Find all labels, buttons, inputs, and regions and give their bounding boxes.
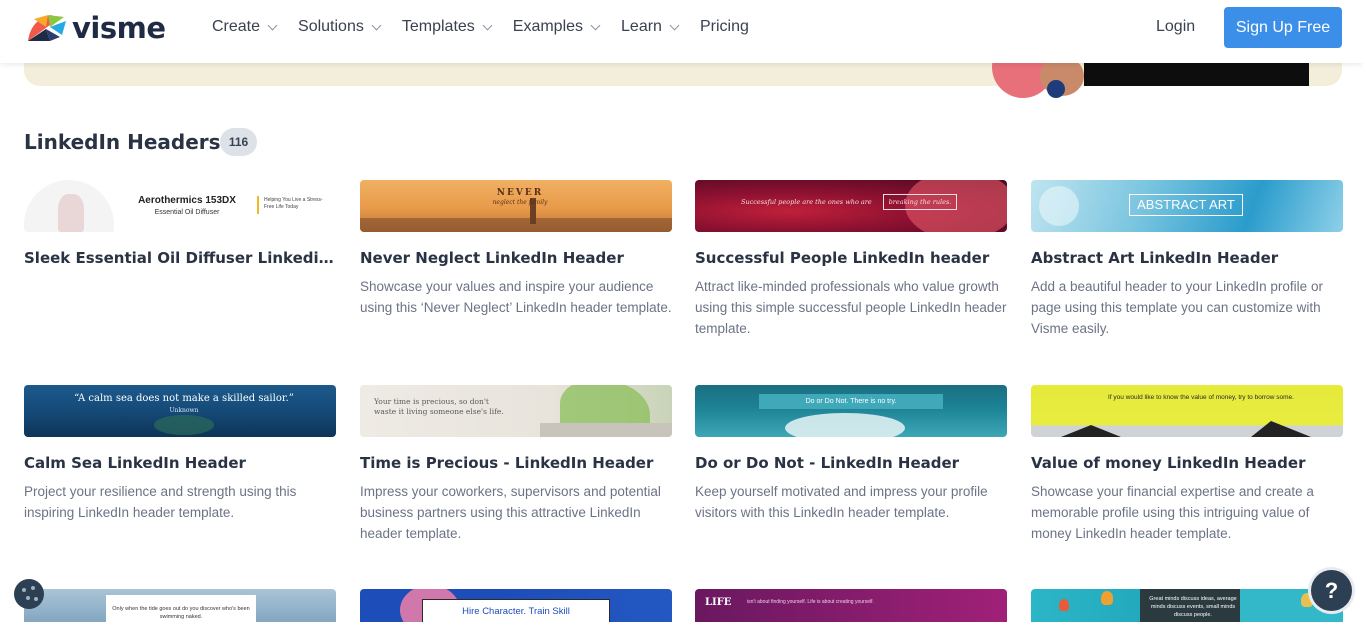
thumb-text: Only when the tide goes out do you disco… [106,595,256,622]
nav-create[interactable]: Create [212,17,278,37]
card-description: Impress your coworkers, supervisors and … [360,484,661,541]
thumb-subtext: isn't about finding yourself. Life is ab… [747,599,874,605]
login-link[interactable]: Login [1156,18,1195,36]
template-card[interactable]: Do or Do Not. There is no try. Do or Do … [695,385,1007,523]
template-thumbnail[interactable]: Hire Character. Train Skill [360,589,672,622]
template-thumbnail[interactable]: Great minds discuss ideas, average minds… [1031,589,1343,622]
chevron-down-icon [267,20,278,30]
chevron-down-icon [669,20,680,30]
nav-examples[interactable]: Examples [512,17,601,37]
cookie-icon [31,586,35,590]
chevron-down-icon [482,20,493,30]
nav-learn[interactable]: Learn [621,17,680,37]
card-title[interactable]: Time is Precious - LinkedIn Header [360,454,672,472]
nav-label: Templates [401,18,475,35]
template-thumbnail[interactable]: Aerothermics 153DX Essential Oil Diffuse… [24,180,336,232]
thumb-text: Aerothermics 153DX [138,195,236,206]
template-card[interactable]: “A calm sea does not make a skilled sail… [24,385,336,523]
nav-solutions[interactable]: Solutions [298,17,382,37]
chevron-down-icon [371,20,382,30]
card-title[interactable]: Calm Sea LinkedIn Header [24,454,336,472]
template-card[interactable]: Aerothermics 153DX Essential Oil Diffuse… [24,180,336,276]
nav-label: Learn [621,18,662,35]
template-card[interactable]: Your time is precious, so don't waste it… [360,385,672,544]
thumb-text: LIFE [705,597,732,608]
help-button[interactable]: ? [1311,570,1352,611]
card-title[interactable]: Do or Do Not - LinkedIn Header [695,454,1007,472]
nav-label: Examples [512,18,584,35]
thumb-text: Successful people are the ones who are [741,198,872,206]
decor-shape [1047,80,1065,98]
template-thumbnail[interactable]: NEVER neglect the family [360,180,672,232]
cookie-settings-button[interactable] [14,579,44,609]
template-thumbnail[interactable]: Only when the tide goes out do you disco… [24,589,336,622]
thumb-text: “A calm sea does not make a skilled sail… [74,393,294,404]
visme-logo[interactable]: visme [24,11,184,45]
nav-templates[interactable]: Templates [401,17,493,37]
thumb-subtext: Unknown [169,407,199,414]
cookie-icon [26,596,30,600]
template-card[interactable]: LIFE isn't about finding yourself. Life … [695,589,1007,622]
template-thumbnail[interactable]: LIFE isn't about finding yourself. Life … [695,589,1007,622]
template-thumbnail[interactable]: “A calm sea does not make a skilled sail… [24,385,336,437]
template-card[interactable]: Only when the tide goes out do you disco… [24,589,336,622]
template-thumbnail[interactable]: Successful people are the ones who are b… [695,180,1007,232]
thumb-subtext: neglect the family [492,199,548,206]
thumb-text: Great minds discuss ideas, average minds… [1149,596,1237,618]
section-title: LinkedIn Headers [24,130,221,154]
thumb-subtext: Essential Oil Diffuser [154,209,220,216]
card-description: Attract like-minded professionals who va… [695,279,1007,336]
card-description: Keep yourself motivated and impress your… [695,484,988,520]
thumb-text: Your time is precious, so don't waste it… [374,397,504,416]
template-thumbnail[interactable]: If you would like to know the value of m… [1031,385,1343,437]
template-card[interactable]: ABSTRACT ART Abstract Art LinkedIn Heade… [1031,180,1343,339]
card-title[interactable]: Abstract Art LinkedIn Header [1031,249,1343,267]
card-title[interactable]: Successful People LinkedIn header [695,249,1007,267]
card-description: Project your resilience and strength usi… [24,484,297,520]
cookie-icon [34,597,38,601]
banner-image [1084,63,1309,86]
main-nav: Create Solutions Templates Examples Lear… [212,17,771,37]
thumb-text: Hire Character. Train Skill [422,599,610,622]
thumb-text: Do or Do Not. There is no try. [759,394,943,409]
card-description: Showcase your values and inspire your au… [360,279,672,315]
cookie-icon [22,588,26,592]
nav-label: Create [212,18,261,35]
nav-label: Solutions [298,18,364,35]
thumb-side-text: Helping You Live a Stress-Free Life Toda… [264,197,323,210]
template-card[interactable]: If you would like to know the value of m… [1031,385,1343,544]
visme-logo-icon [28,15,66,41]
card-description: Add a beautiful header to your LinkedIn … [1031,279,1323,336]
logo-wordmark: visme [72,11,166,45]
template-card[interactable]: Successful people are the ones who are b… [695,180,1007,339]
nav-label: Pricing [699,18,749,35]
template-card[interactable]: NEVER neglect the family Never Neglect L… [360,180,672,318]
card-title[interactable]: Value of money LinkedIn Header [1031,454,1343,472]
template-card[interactable]: Great minds discuss ideas, average minds… [1031,589,1343,622]
signup-button[interactable]: Sign Up Free [1224,7,1342,48]
thumb-text: If you would like to know the value of m… [1108,394,1294,401]
template-thumbnail[interactable]: Your time is precious, so don't waste it… [360,385,672,437]
thumb-text: NEVER [496,188,544,198]
top-navbar: visme Create Solutions Templates Example… [0,0,1363,63]
thumb-text: ABSTRACT ART [1129,194,1243,216]
template-thumbnail[interactable]: ABSTRACT ART [1031,180,1343,232]
count-badge: 116 [220,128,257,156]
card-description: Showcase your financial expertise and cr… [1031,484,1314,541]
chevron-down-icon [590,20,601,30]
template-card[interactable]: Hire Character. Train Skill [360,589,672,622]
card-title[interactable]: Never Neglect LinkedIn Header [360,249,672,267]
card-title[interactable]: Sleek Essential Oil Diffuser Linkedin... [24,249,336,267]
template-thumbnail[interactable]: Do or Do Not. There is no try. [695,385,1007,437]
nav-pricing[interactable]: Pricing [700,17,749,37]
thumb-subtext: breaking the rules. [883,194,957,210]
